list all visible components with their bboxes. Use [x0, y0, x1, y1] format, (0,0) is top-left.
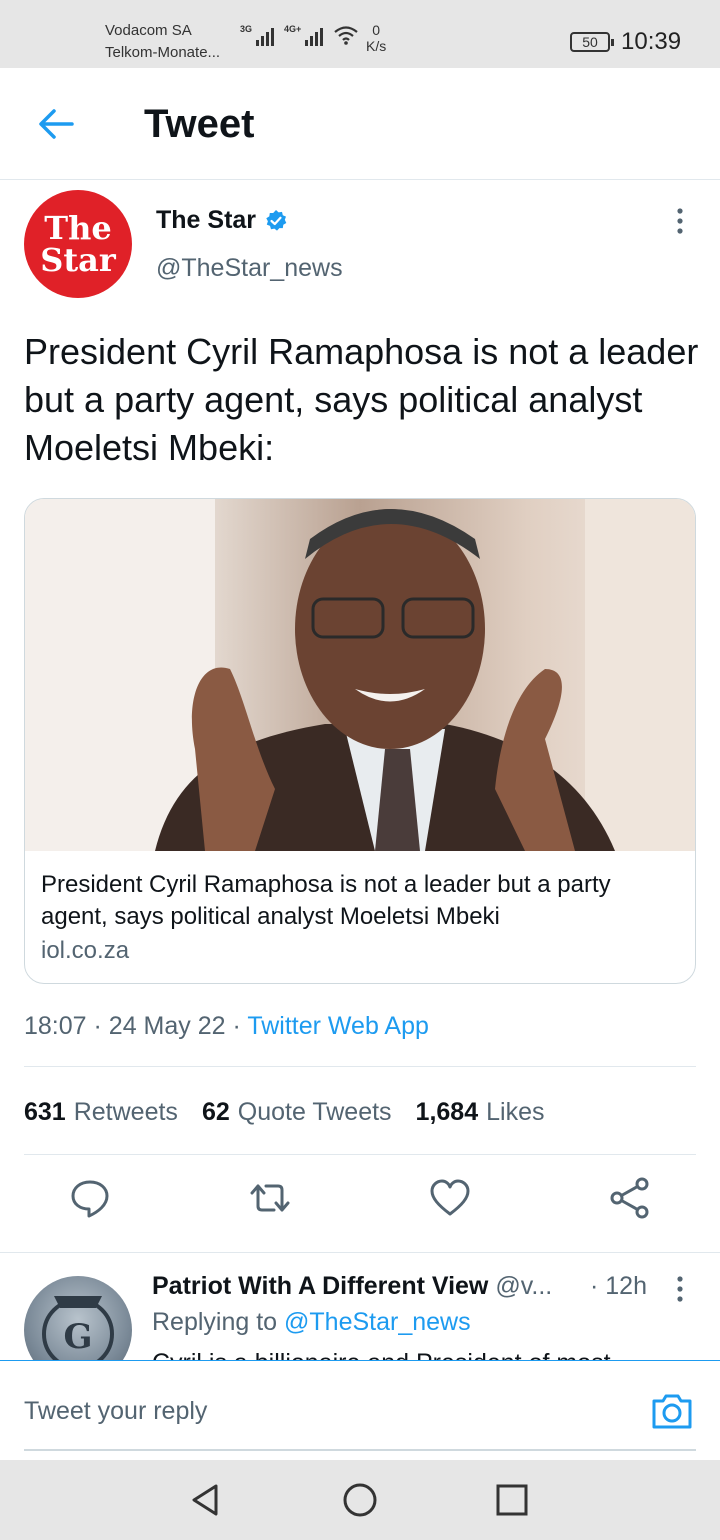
signal-1-icon: 3G	[240, 24, 275, 46]
tweet-time: 18:07	[24, 1012, 87, 1040]
status-bar: Vodacom SA Telkom-Monate... 3G 4G+ 0 K/s…	[0, 0, 720, 68]
tweet-date: 24 May 22	[108, 1012, 226, 1040]
avatar-logo-line-2: Star	[40, 241, 116, 279]
reply-time-value: 12h	[605, 1272, 647, 1300]
signal-1-tag: 3G	[240, 24, 253, 34]
likes-label: Likes	[486, 1098, 545, 1126]
input-underline	[24, 1449, 696, 1451]
wifi-icon	[334, 26, 358, 45]
speed-unit: K/s	[366, 38, 387, 54]
card-image[interactable]	[25, 499, 695, 851]
reply-author[interactable]: Patriot With A Different View @v...	[152, 1272, 552, 1301]
likes-stat[interactable]: 1,684 Likes	[416, 1098, 545, 1127]
replying-to-label: Replying to	[152, 1308, 278, 1336]
avatar-logo-line-1: The	[44, 209, 112, 247]
card-title[interactable]: President Cyril Ramaphosa is not a leade…	[41, 869, 681, 933]
carrier-1: Vodacom SA	[105, 22, 192, 39]
divider	[0, 1252, 720, 1253]
network-indicators: 3G 4G+	[240, 24, 359, 46]
card-domain: iol.co.za	[41, 937, 130, 964]
carrier-labels: Vodacom SA Telkom-Monate...	[105, 20, 220, 64]
speed-value: 0	[372, 22, 381, 38]
nav-recents-icon[interactable]	[492, 1480, 532, 1520]
network-speed: 0 K/s	[366, 22, 386, 54]
battery-icon: 50	[570, 32, 614, 52]
author-avatar[interactable]: The Star	[24, 190, 132, 298]
signal-2-tag: 4G+	[284, 24, 302, 34]
clock: 10:39	[621, 28, 682, 55]
tweet-text: President Cyril Ramaphosa is not a leade…	[24, 331, 699, 468]
signal-2-icon: 4G+	[284, 24, 324, 46]
retweets-count: 631	[24, 1098, 66, 1126]
tweet-stats: 631 Retweets 62 Quote Tweets 1,684 Likes	[24, 1098, 544, 1127]
system-nav-bar	[0, 1460, 720, 1540]
link-card[interactable]: President Cyril Ramaphosa is not a leade…	[24, 498, 696, 984]
reply-text-preview: Cyril is a billionaire and President of …	[152, 1346, 712, 1360]
divider	[24, 1154, 696, 1155]
reply-input[interactable]: Tweet your reply	[24, 1397, 207, 1426]
reply-author-handle[interactable]: @v...	[495, 1272, 552, 1300]
back-arrow-icon[interactable]	[36, 106, 76, 142]
reply-time: · 12h	[590, 1272, 647, 1300]
retweet-icon[interactable]	[248, 1176, 292, 1220]
author-name[interactable]: The Star	[156, 206, 256, 235]
more-vertical-icon[interactable]	[670, 206, 690, 236]
nav-home-icon[interactable]	[340, 1480, 380, 1520]
quotes-label: Quote Tweets	[237, 1098, 392, 1126]
reply-composer: Tweet your reply	[0, 1360, 720, 1460]
meta-separator: ·	[93, 1012, 109, 1040]
tweet-source[interactable]: Twitter Web App	[247, 1012, 429, 1040]
tweet-actions	[0, 1176, 720, 1236]
nav-back-icon[interactable]	[186, 1480, 226, 1520]
more-vertical-icon[interactable]	[670, 1274, 690, 1304]
page-title: Tweet	[144, 102, 255, 146]
share-icon[interactable]	[608, 1176, 652, 1220]
meta-separator: ·	[232, 1012, 248, 1040]
verified-badge-icon	[266, 209, 287, 231]
replying-to-handle[interactable]: @TheStar_news	[284, 1308, 471, 1336]
tweet-meta: 18:07 · 24 May 22 · Twitter Web App	[24, 1012, 429, 1041]
retweets-label: Retweets	[73, 1098, 178, 1126]
author-handle[interactable]: @TheStar_news	[156, 254, 343, 283]
replying-to: Replying to @TheStar_news	[152, 1308, 471, 1337]
card-photo-illustration	[25, 499, 695, 851]
divider	[24, 1066, 696, 1067]
quotes-stat[interactable]: 62 Quote Tweets	[202, 1098, 392, 1127]
likes-count: 1,684	[415, 1098, 479, 1126]
like-icon[interactable]	[428, 1176, 472, 1220]
reply-icon[interactable]	[68, 1176, 112, 1220]
carrier-2: Telkom-Monate...	[105, 44, 221, 61]
quotes-count: 62	[201, 1098, 230, 1126]
reply-author-name[interactable]: Patriot With A Different View	[152, 1272, 488, 1300]
svg-text:G: G	[63, 1317, 92, 1357]
camera-icon[interactable]	[650, 1389, 694, 1433]
author-name-row[interactable]: The Star	[156, 206, 288, 235]
top-app-bar: Tweet	[0, 68, 720, 180]
retweets-stat[interactable]: 631 Retweets	[24, 1098, 178, 1127]
